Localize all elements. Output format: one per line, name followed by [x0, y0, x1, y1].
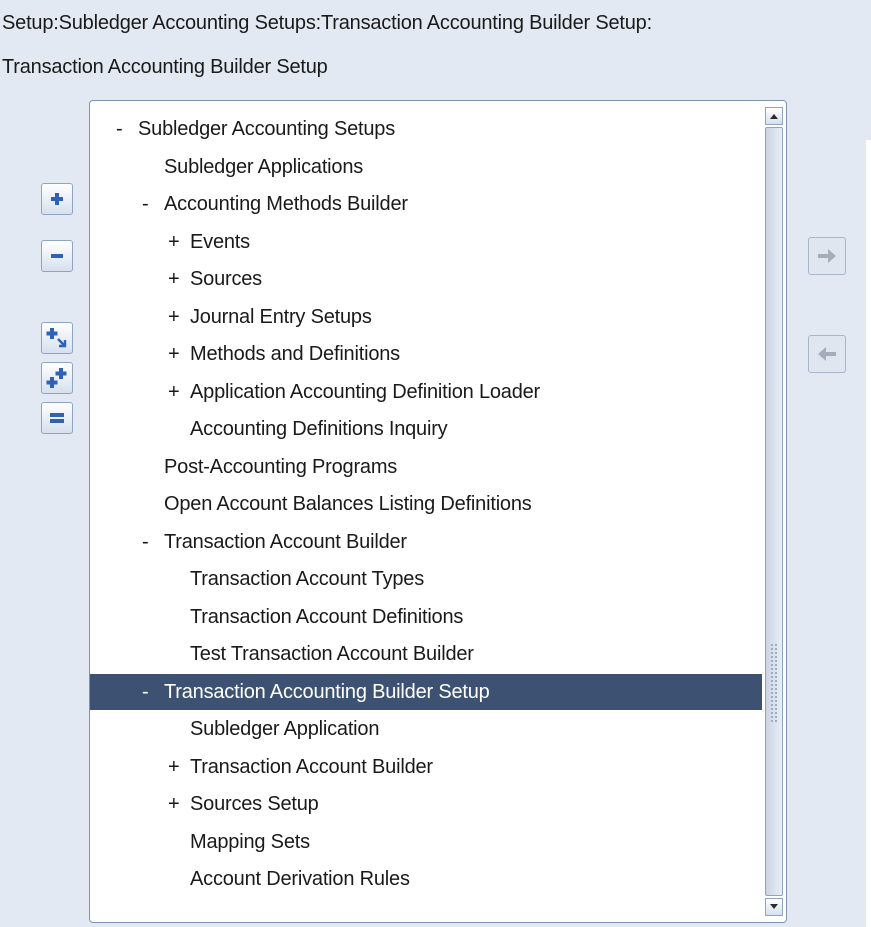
- scroll-grip: [770, 643, 779, 723]
- navigator-tree[interactable]: - Subledger Accounting Setups Subledger Ap…: [89, 100, 787, 923]
- tree-node-label: Test Transaction Account Builder: [190, 643, 474, 665]
- collapse-node-toggle[interactable]: -: [142, 524, 164, 560]
- tree-node[interactable]: - Subledger Accounting Setups: [90, 111, 762, 147]
- expand-node-toggle[interactable]: +: [168, 749, 190, 785]
- collapse-node-toggle[interactable]: -: [116, 111, 138, 147]
- tree-node[interactable]: + Sources Setup: [90, 786, 762, 822]
- tree-node-label: Transaction Account Builder: [164, 530, 407, 553]
- tree-node-label: Mapping Sets: [190, 830, 310, 853]
- collapse-node-toggle[interactable]: -: [142, 186, 164, 222]
- chevron-down-icon: [770, 904, 778, 909]
- tree-node[interactable]: Subledger Applications: [90, 149, 762, 185]
- tree-node[interactable]: Post-Accounting Programs: [90, 449, 762, 485]
- collapse-node-toggle[interactable]: -: [142, 674, 164, 710]
- tree-node-label: Accounting Definitions Inquiry: [190, 418, 448, 440]
- right-arrow-icon: [818, 249, 836, 263]
- scroll-up-button[interactable]: [765, 107, 783, 125]
- tree-node[interactable]: + Sources: [90, 261, 762, 297]
- tree-node-label: Transaction Account Builder: [190, 755, 433, 778]
- tree-node-label: Accounting Methods Builder: [164, 193, 408, 215]
- tree-node[interactable]: Transaction Account Types: [90, 561, 762, 597]
- tree-node[interactable]: Mapping Sets: [90, 824, 762, 860]
- expand-icon: [51, 193, 63, 205]
- tree-node-label: Transaction Account Types: [190, 568, 425, 590]
- expand-all-icon: [46, 368, 67, 388]
- tree-node[interactable]: Account Derivation Rules: [90, 861, 762, 897]
- tree-node-label: Sources: [190, 268, 262, 290]
- expand-node-toggle[interactable]: +: [168, 261, 190, 297]
- collapse-all-icon: [50, 413, 64, 423]
- tree-node[interactable]: + Transaction Account Builder: [90, 749, 762, 785]
- form-title: Transaction Accounting Builder Setup: [2, 56, 328, 78]
- tree-node[interactable]: - Accounting Methods Builder: [90, 186, 762, 222]
- remove-from-documents-button[interactable]: [808, 335, 846, 373]
- add-to-documents-button[interactable]: [808, 237, 846, 275]
- tree-node-label: Transaction Accounting Builder Setup: [164, 680, 490, 703]
- tree-node[interactable]: + Application Accounting Definition Loade…: [90, 374, 762, 410]
- tree-node[interactable]: Transaction Account Definitions: [90, 599, 762, 635]
- tree-node[interactable]: Accounting Definitions Inquiry: [90, 411, 762, 447]
- tree-node[interactable]: Test Transaction Account Builder: [90, 636, 762, 672]
- tree-node-label: Subledger Application: [190, 718, 380, 740]
- tree-node[interactable]: Open Account Balances Listing Definition…: [90, 486, 762, 522]
- chevron-up-icon: [770, 114, 778, 119]
- tree-node[interactable]: + Methods and Definitions: [90, 336, 762, 372]
- collapse-icon: [51, 254, 63, 258]
- documents-panel-edge: [866, 140, 871, 927]
- expand-node-toggle[interactable]: +: [168, 374, 190, 410]
- left-arrow-icon: [818, 347, 836, 361]
- tree-node-label: Subledger Accounting Setups: [138, 118, 396, 140]
- tree-node[interactable]: + Journal Entry Setups: [90, 299, 762, 335]
- scroll-down-button[interactable]: [765, 898, 783, 916]
- tree-node-label: Events: [190, 230, 250, 253]
- tree-node-label: Methods and Definitions: [190, 343, 400, 365]
- scroll-thumb[interactable]: [765, 127, 783, 896]
- tree-node-label: Open Account Balances Listing Definition…: [164, 493, 532, 515]
- breadcrumb: Setup:Subledger Accounting Setups:Transa…: [2, 12, 652, 34]
- expand-node-toggle[interactable]: +: [168, 336, 190, 372]
- tree-node[interactable]: - Transaction Accounting Builder Setup: [90, 673, 762, 710]
- expand-all-button[interactable]: [41, 362, 73, 394]
- tree-node-label: Journal Entry Setups: [190, 305, 372, 328]
- tree-node-label: Account Derivation Rules: [190, 868, 410, 890]
- tree-node-label: Subledger Applications: [164, 155, 364, 178]
- expand-node-toggle[interactable]: +: [168, 786, 190, 822]
- tree-node-label: Transaction Account Definitions: [190, 605, 464, 628]
- tree-node-label: Application Accounting Definition Loader: [190, 380, 541, 403]
- expand-node-toggle[interactable]: +: [168, 299, 190, 335]
- expand-branch-button[interactable]: [41, 322, 73, 354]
- collapse-button[interactable]: [41, 240, 73, 272]
- expand-node-toggle[interactable]: +: [168, 224, 190, 260]
- tree-node-label: Sources Setup: [190, 793, 319, 815]
- tree-node[interactable]: - Transaction Account Builder: [90, 524, 762, 560]
- collapse-all-button[interactable]: [41, 402, 73, 434]
- vertical-scrollbar[interactable]: [762, 101, 786, 922]
- tree-node[interactable]: Subledger Application: [90, 711, 762, 747]
- expand-button[interactable]: [41, 183, 73, 215]
- expand-branch-icon: [46, 328, 67, 348]
- tree-node[interactable]: + Events: [90, 224, 762, 260]
- tree-node-label: Post-Accounting Programs: [164, 455, 398, 478]
